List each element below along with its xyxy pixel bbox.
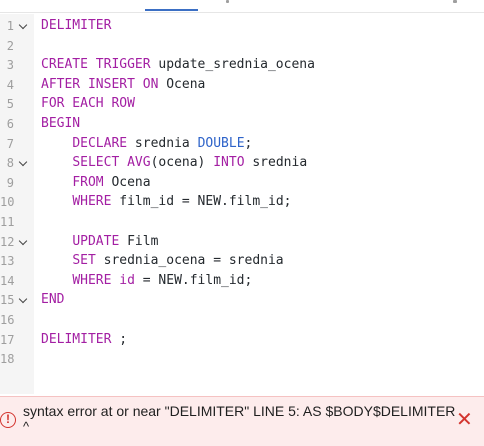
line-number: 18 — [0, 352, 15, 367]
line-number: 5 — [6, 97, 14, 112]
code-text: DELIMITER — [41, 16, 111, 36]
code-text: UPDATE Film — [41, 232, 158, 252]
code-text: BEGIN — [41, 114, 80, 134]
sql-keyword: DECLARE — [72, 135, 128, 151]
line-number: 17 — [0, 332, 15, 347]
code-text: CREATE TRIGGER update_srednia_ocena — [41, 55, 315, 75]
sql-keyword: BEGIN — [41, 116, 81, 131]
sql-keyword: UPDATE — [72, 233, 120, 249]
sql-keyword: FOR EACH ROW — [41, 96, 135, 112]
sql-type: DOUBLE — [197, 135, 245, 151]
editor-tab-bar — [0, 0, 484, 13]
error-banner: ! syntax error at or near "DELIMITER" LI… — [0, 396, 484, 446]
sql-text: srednia — [127, 135, 198, 151]
code-text: DECLARE srednia DOUBLE; — [41, 134, 252, 154]
code-text: SELECT AVG(ocena) INTO srednia — [41, 153, 307, 173]
sql-keyword: CREATE TRIGGER — [41, 57, 151, 73]
sql-keyword: WHERE — [72, 272, 112, 288]
sql-text: Film — [119, 233, 159, 249]
line-number: 3 — [6, 58, 14, 73]
sql-text: srednia_ocena = srednia — [95, 253, 284, 269]
sql-text: srednia — [244, 155, 308, 171]
line-number: 1 — [6, 19, 14, 33]
tab-label-fragment[interactable] — [453, 0, 457, 3]
sql-keyword: INTO — [213, 155, 245, 171]
code-text: SET srednia_ocena = srednia — [41, 251, 284, 271]
sql-keyword: DELIMITER — [41, 18, 112, 33]
code-text: WHERE id = NEW.film_id; — [41, 271, 252, 291]
fold-chevron-icon[interactable] — [18, 295, 28, 304]
sql-keyword: WHERE — [72, 194, 112, 210]
fold-chevron-icon[interactable] — [18, 20, 28, 30]
tab-label-fragment[interactable] — [226, 0, 229, 3]
line-number: 11 — [0, 215, 15, 229]
line-number: 6 — [6, 117, 14, 131]
sql-keyword: END — [41, 292, 65, 308]
line-number: 12 — [0, 234, 15, 249]
code-text: DELIMITER ; — [41, 330, 127, 350]
sql-text: ; — [244, 135, 253, 151]
line-number: 8 — [6, 156, 14, 171]
code-text: FOR EACH ROW — [41, 94, 135, 114]
sql-text: Ocena — [158, 76, 206, 92]
line-number: 4 — [6, 77, 14, 92]
sql-text: ; — [111, 331, 128, 347]
sql-keyword: SET — [72, 253, 96, 269]
code-text: AFTER INSERT ON Ocena — [41, 75, 205, 95]
line-number: 15 — [0, 293, 15, 308]
error-circle-icon: ! — [0, 412, 16, 428]
error-message: syntax error at or near "DELIMITER" LINE… — [23, 403, 456, 419]
sql-text: Ocena — [103, 174, 151, 190]
sql-keyword: AFTER INSERT ON — [41, 76, 159, 92]
line-number: 7 — [6, 136, 14, 151]
sql-text: update_srednia_ocena — [150, 57, 315, 73]
code-text: WHERE film_id = NEW.film_id; — [41, 192, 291, 212]
sql-text: film_id = NEW.film_id; — [111, 194, 292, 210]
fold-chevron-icon[interactable] — [18, 157, 28, 167]
line-number: 16 — [0, 313, 15, 327]
line-number: 13 — [0, 254, 15, 269]
sql-text: = NEW.film_id; — [134, 272, 253, 288]
line-number: 14 — [0, 273, 15, 288]
code-text: END — [41, 290, 64, 310]
sql-keyword: FROM — [72, 174, 104, 190]
line-number: 2 — [6, 38, 14, 53]
line-number: 9 — [6, 175, 14, 190]
sql-keyword: DELIMITER — [41, 331, 112, 347]
code-editor[interactable]: 1 DELIMITER 2 3 CREATE TRIGGER update_sredni… — [0, 14, 484, 394]
sql-text: (ocena) — [150, 155, 214, 171]
active-tab-indicator — [145, 9, 198, 11]
fold-chevron-icon[interactable] — [18, 236, 28, 245]
sql-keyword: SELECT AVG — [72, 155, 151, 171]
close-icon[interactable]: ✕ — [456, 410, 473, 430]
code-text: FROM Ocena — [41, 173, 151, 193]
sql-keyword: id — [119, 272, 135, 288]
line-number: 10 — [0, 195, 15, 210]
error-caret: ^ — [23, 419, 30, 434]
